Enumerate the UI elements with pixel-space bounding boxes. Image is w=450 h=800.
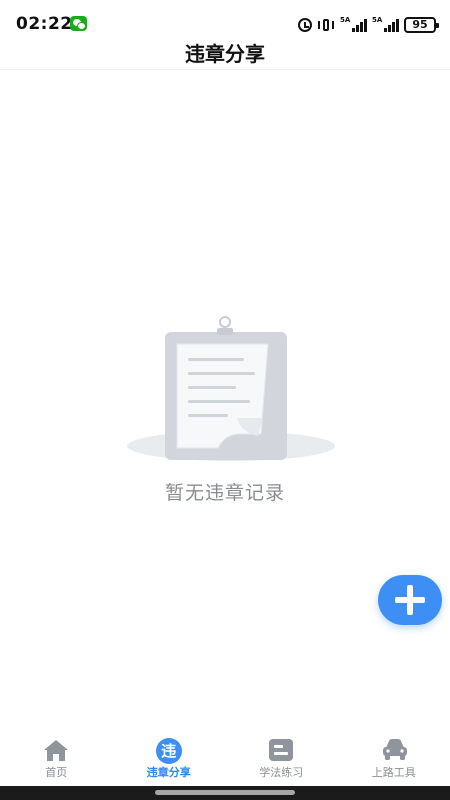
system-home-bar: [0, 786, 450, 800]
empty-state: 暂无违章记录: [0, 300, 450, 530]
nav-item-home[interactable]: 首页: [0, 728, 113, 786]
network-type-2: 5A: [372, 16, 383, 24]
home-icon: [43, 738, 69, 762]
nav-label-violation-share: 违章分享: [146, 766, 191, 779]
app-header: 违章分享: [0, 30, 450, 70]
page-title: 违章分享: [185, 42, 265, 66]
car-icon: [381, 738, 407, 762]
home-indicator[interactable]: [155, 790, 295, 795]
bottom-nav: 首页 违 违章分享 学法练习 上路工具: [0, 728, 450, 786]
nav-item-study[interactable]: 学法练习: [225, 728, 338, 786]
nav-label-tools: 上路工具: [371, 766, 416, 779]
empty-document-icon: [127, 316, 335, 461]
study-icon: [268, 738, 294, 762]
nav-item-tools[interactable]: 上路工具: [338, 728, 450, 786]
nav-label-study: 学法练习: [259, 766, 304, 779]
add-violation-button[interactable]: [378, 575, 442, 625]
violation-icon: 违: [155, 738, 182, 764]
nav-item-violation-share[interactable]: 违 违章分享: [113, 728, 226, 786]
empty-message: 暂无违章记录: [164, 482, 285, 504]
wechat-icon: [70, 16, 87, 31]
nav-label-home: 首页: [45, 766, 68, 779]
network-type-1: 5A: [340, 16, 351, 24]
